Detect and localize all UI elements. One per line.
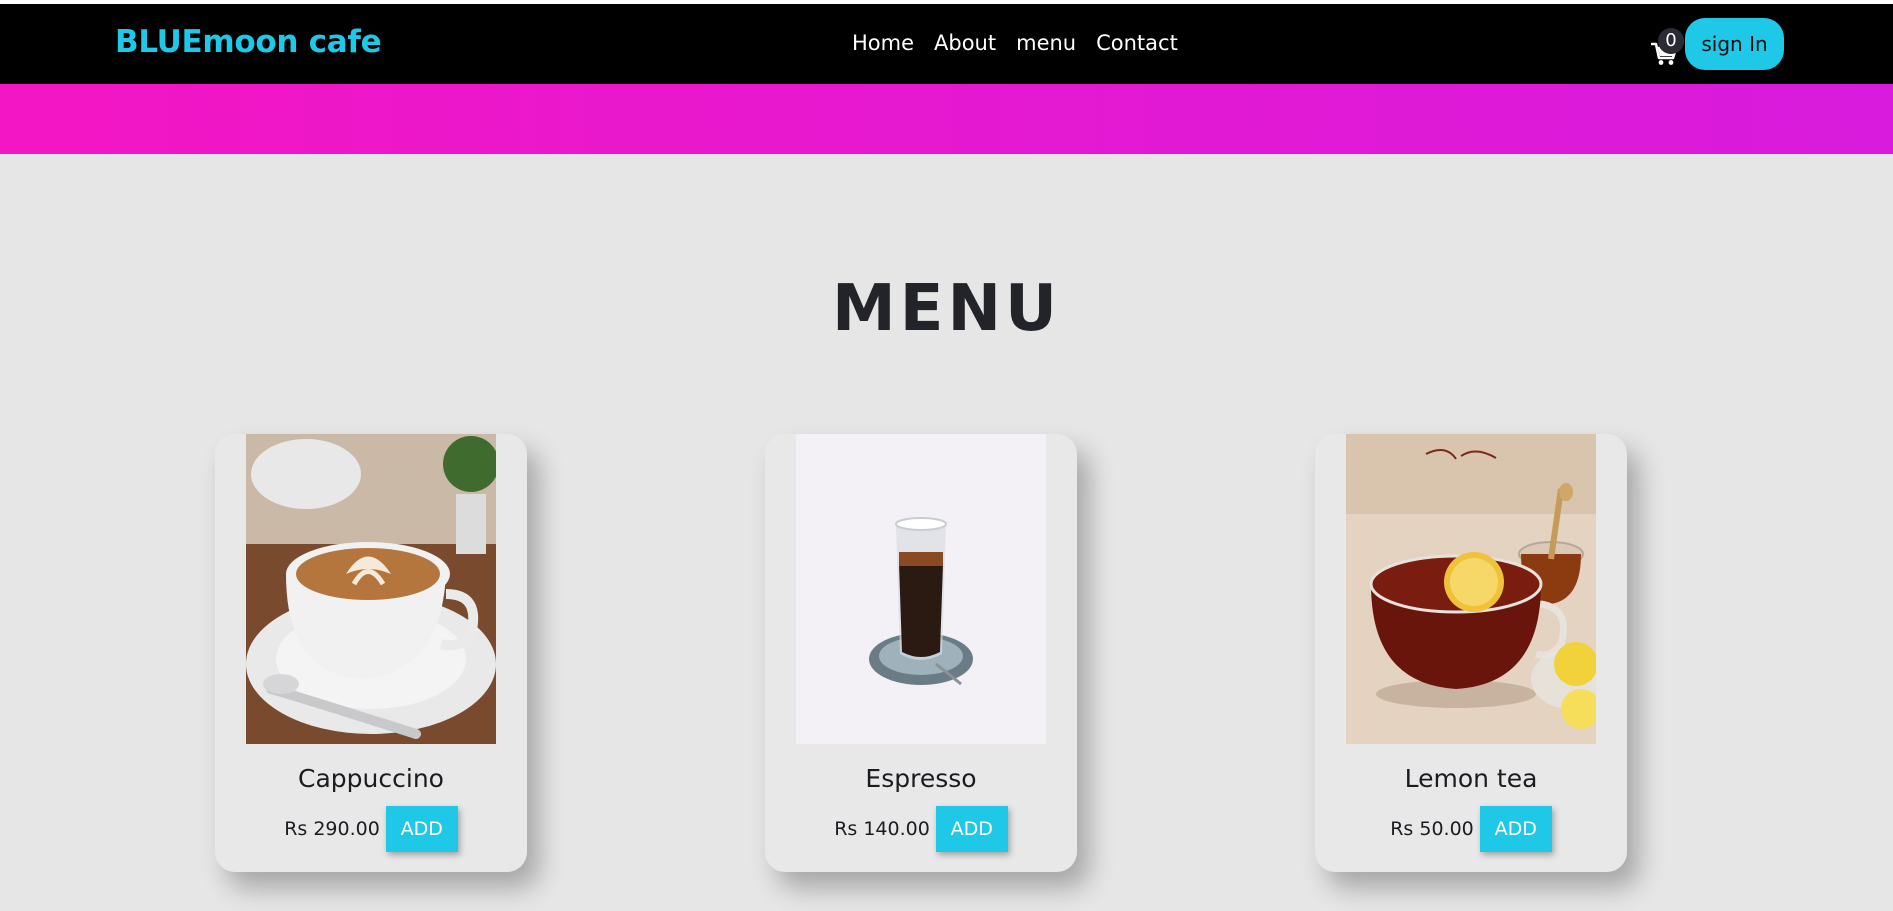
item-price: Rs 50.00 xyxy=(1390,818,1474,840)
cappuccino-image xyxy=(246,434,496,744)
menu-title: MENU xyxy=(832,272,1061,346)
item-name: Lemon tea xyxy=(1404,764,1538,793)
add-button-espresso[interactable]: ADD xyxy=(935,806,1008,852)
espresso-image xyxy=(796,434,1046,744)
lemon-tea-image xyxy=(1346,434,1596,744)
nav-links: Home About menu Contact xyxy=(852,31,1178,55)
item-name: Cappuccino xyxy=(298,764,444,793)
nav-link-contact[interactable]: Contact xyxy=(1096,31,1178,55)
brand-logo[interactable]: BLUEmoon cafe xyxy=(115,24,382,60)
menu-card-cappuccino: Cappuccino Rs 290.00 ADD xyxy=(215,434,527,872)
price-row: Rs 140.00 ADD xyxy=(765,806,1077,852)
item-price: Rs 290.00 xyxy=(284,818,380,840)
navbar: BLUEmoon cafe Home About menu Contact 0 … xyxy=(0,4,1893,84)
cart-count-badge: 0 xyxy=(1658,28,1684,54)
item-price: Rs 140.00 xyxy=(834,818,930,840)
add-button-cappuccino[interactable]: ADD xyxy=(385,806,458,852)
hero-banner xyxy=(0,84,1893,154)
nav-link-about[interactable]: About xyxy=(934,31,996,55)
nav-link-home[interactable]: Home xyxy=(852,31,914,55)
item-name: Espresso xyxy=(865,764,977,793)
nav-link-menu[interactable]: menu xyxy=(1016,31,1076,55)
cart-button[interactable]: 0 xyxy=(1650,28,1684,68)
price-row: Rs 290.00 ADD xyxy=(215,806,527,852)
sign-in-button[interactable]: sign In xyxy=(1685,18,1784,70)
menu-card-lemon-tea: Lemon tea Rs 50.00 ADD xyxy=(1315,434,1627,872)
menu-card-espresso: Espresso Rs 140.00 ADD xyxy=(765,434,1077,872)
price-row: Rs 50.00 ADD xyxy=(1315,806,1627,852)
add-button-lemon-tea[interactable]: ADD xyxy=(1479,806,1552,852)
